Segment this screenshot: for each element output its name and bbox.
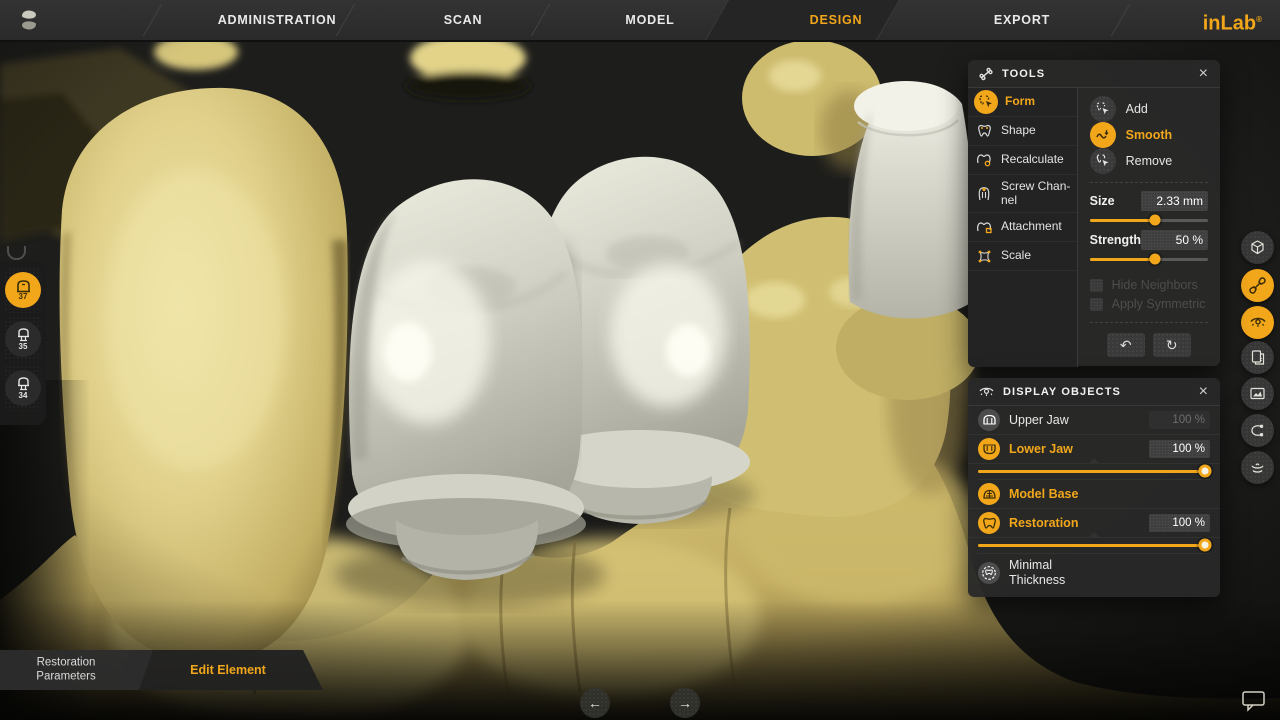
display-row-minimal-thickness[interactable]: Minimal Thickness bbox=[968, 554, 1220, 591]
abutment-crown-icon bbox=[15, 328, 32, 343]
wrench-icon bbox=[1249, 277, 1266, 294]
size-slider-thumb[interactable] bbox=[1149, 215, 1160, 226]
attachment-icon bbox=[974, 217, 994, 237]
nav-design[interactable]: DESIGN bbox=[810, 0, 863, 40]
nav-export[interactable]: EXPORT bbox=[994, 0, 1050, 40]
restoration-tooth-list: 37 35 34 bbox=[0, 262, 46, 425]
articulator-icon bbox=[1249, 460, 1266, 475]
restoration-opacity[interactable]: 100 % bbox=[1149, 514, 1210, 532]
close-icon[interactable]: × bbox=[1197, 384, 1210, 400]
tool-category-recalculate[interactable]: Recalculate bbox=[968, 146, 1077, 175]
bone-icon bbox=[978, 66, 994, 82]
bottom-step-tabs: Restoration Parameters Edit Element bbox=[0, 650, 360, 690]
upper-jaw-opacity[interactable]: 100 % bbox=[1149, 411, 1210, 429]
feedback-chat-button[interactable] bbox=[1241, 690, 1267, 717]
previous-step-button[interactable]: ← bbox=[580, 688, 610, 718]
tool-categories: Form Shape bbox=[968, 88, 1078, 367]
checkbox[interactable] bbox=[1090, 279, 1103, 292]
upper-jaw-icon bbox=[978, 409, 1000, 431]
display-row-upper-jaw[interactable]: Upper Jaw 100 % bbox=[968, 406, 1220, 435]
tab-restoration-parameters[interactable]: Restoration Parameters bbox=[11, 656, 121, 685]
recalculate-icon bbox=[974, 150, 994, 170]
inlab-app: ADMINISTRATION SCAN MODEL DESIGN EXPORT … bbox=[0, 0, 1280, 720]
eye-icon bbox=[1249, 316, 1267, 329]
slider-thumb[interactable] bbox=[1199, 465, 1212, 478]
tools-toggle-button[interactable] bbox=[1241, 269, 1274, 302]
display-objects-toggle-button[interactable] bbox=[1241, 306, 1274, 339]
mode-add[interactable]: Add bbox=[1090, 96, 1208, 122]
tool-category-shape[interactable]: Shape bbox=[968, 117, 1077, 146]
tool-category-screw-channel[interactable]: Screw Chan- nel bbox=[968, 175, 1077, 213]
undo-button[interactable]: ↶ bbox=[1107, 333, 1145, 357]
brand-logo-text: inLab® bbox=[1203, 0, 1262, 40]
preview-icon bbox=[1249, 386, 1266, 401]
connect-button[interactable] bbox=[1241, 414, 1274, 447]
strength-value[interactable]: 50 % bbox=[1141, 230, 1208, 250]
tooth-number: 35 bbox=[19, 342, 28, 351]
lower-jaw-opacity[interactable]: 100 % bbox=[1149, 440, 1210, 458]
checkbox[interactable] bbox=[1090, 298, 1103, 311]
sirona-logo bbox=[16, 7, 42, 33]
display-row-model-base[interactable]: Model Base bbox=[968, 480, 1220, 509]
shape-icon bbox=[974, 121, 994, 141]
nav-administration[interactable]: ADMINISTRATION bbox=[218, 0, 337, 40]
remove-icon bbox=[1090, 148, 1116, 174]
chat-bubble-icon bbox=[1241, 690, 1267, 712]
cube-icon bbox=[1249, 239, 1266, 256]
case-documents-button[interactable] bbox=[1241, 341, 1274, 374]
eye-icon bbox=[978, 386, 995, 398]
tools-panel: TOOLS × Form bbox=[968, 60, 1220, 366]
strength-label: Strength bbox=[1090, 233, 1141, 247]
lower-jaw-icon bbox=[978, 438, 1000, 460]
tooth-item-35[interactable]: 35 bbox=[4, 316, 42, 362]
apply-symmetric-option[interactable]: Apply Symmetric bbox=[1090, 295, 1208, 314]
tab-edit-element[interactable]: Edit Element bbox=[190, 663, 266, 677]
active-nav-highlight bbox=[705, 0, 900, 40]
strength-slider-thumb[interactable] bbox=[1149, 253, 1160, 264]
articulator-button[interactable] bbox=[1241, 451, 1274, 484]
size-label: Size bbox=[1090, 194, 1115, 208]
pages-icon bbox=[1250, 349, 1266, 366]
form-icon bbox=[974, 90, 998, 114]
tool-category-form[interactable]: Form bbox=[968, 88, 1077, 117]
model-base-icon bbox=[978, 483, 1000, 505]
tool-category-scale[interactable]: Scale bbox=[968, 242, 1077, 271]
scale-icon bbox=[974, 246, 994, 266]
top-navigation-bar: ADMINISTRATION SCAN MODEL DESIGN EXPORT … bbox=[0, 0, 1280, 42]
abutment-crown-icon bbox=[15, 377, 32, 392]
smooth-icon bbox=[1090, 122, 1116, 148]
panel-title: DISPLAY OBJECTS bbox=[1003, 386, 1189, 398]
connect-icon bbox=[1249, 423, 1266, 438]
lower-jaw-opacity-slider[interactable] bbox=[978, 464, 1210, 480]
tooth-item-37[interactable]: 37 bbox=[4, 267, 42, 313]
size-value[interactable]: 2.33 mm bbox=[1141, 191, 1208, 211]
slider-thumb[interactable] bbox=[1199, 539, 1212, 552]
tooth-number: 34 bbox=[19, 391, 28, 400]
restoration-opacity-slider[interactable] bbox=[978, 538, 1210, 554]
nav-scan[interactable]: SCAN bbox=[444, 0, 483, 40]
display-objects-panel: DISPLAY OBJECTS × Upper Jaw 100 % Lower … bbox=[968, 378, 1220, 597]
add-icon bbox=[1090, 96, 1116, 122]
size-slider[interactable] bbox=[1090, 213, 1208, 226]
form-tool-options: Add Smooth bbox=[1078, 88, 1220, 367]
hide-neighbors-option[interactable]: Hide Neighbors bbox=[1090, 276, 1208, 295]
strength-slider[interactable] bbox=[1090, 252, 1208, 265]
mode-remove[interactable]: Remove bbox=[1090, 148, 1208, 174]
minimal-thickness-icon bbox=[978, 562, 1000, 584]
tooth-item-34[interactable]: 34 bbox=[4, 365, 42, 411]
preview-window-button[interactable] bbox=[1241, 377, 1274, 410]
close-icon[interactable]: × bbox=[1197, 66, 1210, 82]
nav-model[interactable]: MODEL bbox=[625, 0, 674, 40]
view-cube-button[interactable] bbox=[1241, 231, 1274, 264]
next-step-button[interactable]: → bbox=[670, 688, 700, 718]
restoration-icon bbox=[978, 512, 1000, 534]
mode-smooth[interactable]: Smooth bbox=[1090, 122, 1208, 148]
redo-button[interactable]: ↻ bbox=[1153, 333, 1191, 357]
panel-title: TOOLS bbox=[1002, 68, 1189, 80]
tooth-number: 37 bbox=[19, 292, 28, 301]
tool-category-attachment[interactable]: Attachment bbox=[968, 213, 1077, 242]
screw-channel-icon bbox=[974, 184, 994, 204]
